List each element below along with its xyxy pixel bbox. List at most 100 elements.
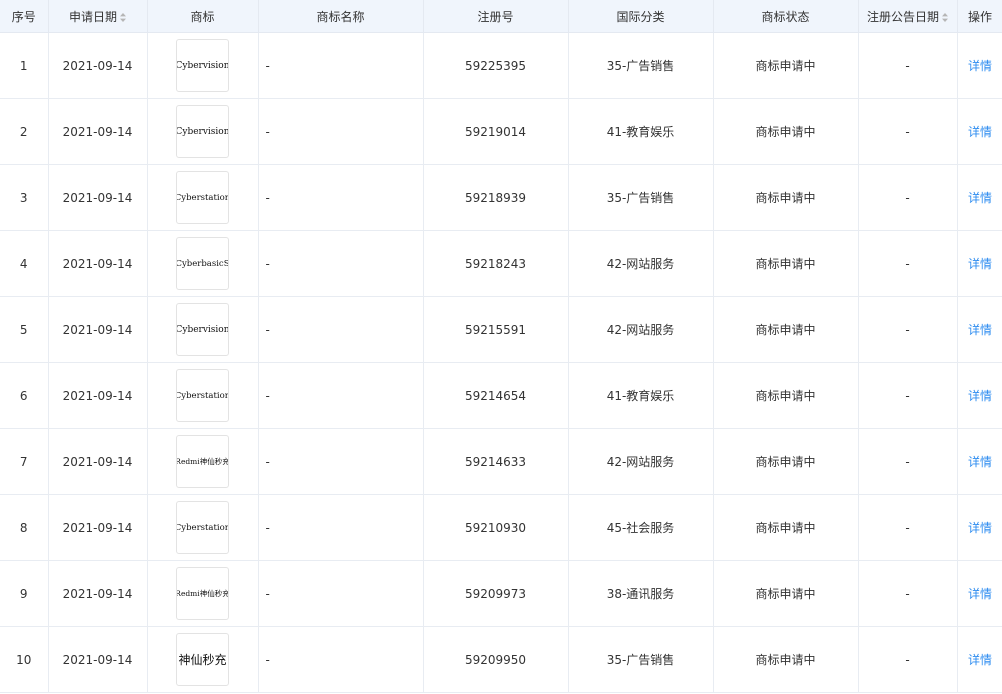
row-status-text: 商标申请中 xyxy=(755,587,816,601)
trademark-logo-image: CyberbasicS xyxy=(176,237,229,290)
row-detail-link[interactable]: 详情 xyxy=(957,560,1002,627)
trademark-logo-image: Cyberstation xyxy=(176,171,229,224)
row-name: - xyxy=(258,428,424,495)
row-intl-class-text: 45-社会服务 xyxy=(606,521,675,535)
row-name: - xyxy=(258,32,424,99)
row-reg-no-text: 59218243 xyxy=(464,256,527,271)
row-name-text: - xyxy=(265,388,270,403)
row-status: 商标申请中 xyxy=(713,164,859,231)
row-apply-date: 2021-09-14 xyxy=(48,560,148,627)
table-row: 6 2021-09-14 Cyberstation - 59214654 41-教育娱乐 商… xyxy=(0,362,1002,429)
row-reg-no-text: 59218939 xyxy=(464,190,527,205)
table-row: 8 2021-09-14 Cyberstation - 59210930 45-社会服务 商… xyxy=(0,494,1002,561)
row-pub-date: - xyxy=(858,98,958,165)
row-name: - xyxy=(258,230,424,297)
row-reg-no: 59218243 xyxy=(423,230,569,297)
row-pub-date-text: - xyxy=(905,256,910,271)
row-detail-link[interactable]: 详情 xyxy=(957,494,1002,561)
row-detail-link[interactable]: 详情 xyxy=(957,98,1002,165)
row-detail-link[interactable]: 详情 xyxy=(957,230,1002,297)
row-reg-no: 59215591 xyxy=(423,296,569,363)
header-pub-date[interactable]: 注册公告日期 xyxy=(858,0,958,33)
header-apply-date[interactable]: 申请日期 xyxy=(48,0,148,33)
row-detail-link-text[interactable]: 详情 xyxy=(968,257,992,271)
row-pub-date: - xyxy=(858,428,958,495)
row-name: - xyxy=(258,626,424,693)
row-name-text: - xyxy=(265,652,270,667)
row-intl-class: 41-教育娱乐 xyxy=(568,362,714,429)
row-pub-date-text: - xyxy=(905,190,910,205)
row-detail-link-text[interactable]: 详情 xyxy=(968,59,992,73)
row-index-text: 7 xyxy=(19,454,28,469)
trademark-logo-text: Redmi神仙秒充 xyxy=(176,589,229,598)
row-detail-link[interactable]: 详情 xyxy=(957,32,1002,99)
row-status: 商标申请中 xyxy=(713,296,859,363)
row-intl-class: 41-教育娱乐 xyxy=(568,98,714,165)
table-row: 1 2021-09-14 Cybervision - 59225395 35-广告销售 商标… xyxy=(0,32,1002,99)
table-row: 3 2021-09-14 Cyberstation - 59218939 35-广告销售 商… xyxy=(0,164,1002,231)
row-apply-date: 2021-09-14 xyxy=(48,428,148,495)
trademark-logo-text: Redmi神仙秒充 xyxy=(176,457,229,466)
row-logo: Cyberstation xyxy=(147,362,259,429)
trademark-logo-text: Cybervision xyxy=(176,126,229,137)
row-logo: Redmi神仙秒充 xyxy=(147,560,259,627)
row-intl-class: 35-广告销售 xyxy=(568,32,714,99)
row-index: 3 xyxy=(0,164,49,231)
row-pub-date: - xyxy=(858,164,958,231)
row-intl-class-text: 42-网站服务 xyxy=(606,323,675,337)
trademark-logo-text: Cyberstation xyxy=(176,522,229,533)
row-detail-link[interactable]: 详情 xyxy=(957,296,1002,363)
row-name: - xyxy=(258,98,424,165)
header-name: 商标名称 xyxy=(258,0,424,33)
row-detail-link-text[interactable]: 详情 xyxy=(968,587,992,601)
sort-caret-icon[interactable] xyxy=(942,12,948,22)
row-name: - xyxy=(258,296,424,363)
sort-caret-icon[interactable] xyxy=(120,12,126,22)
row-logo: Cybervision xyxy=(147,98,259,165)
trademark-logo-image: Cybervision xyxy=(176,303,229,356)
row-index: 7 xyxy=(0,428,49,495)
trademark-logo-image: Cyberstation xyxy=(176,369,229,422)
row-pub-date-text: - xyxy=(905,454,910,469)
row-intl-class: 42-网站服务 xyxy=(568,296,714,363)
row-intl-class-text: 42-网站服务 xyxy=(606,455,675,469)
row-detail-link-text[interactable]: 详情 xyxy=(968,521,992,535)
row-detail-link[interactable]: 详情 xyxy=(957,428,1002,495)
row-apply-date: 2021-09-14 xyxy=(48,32,148,99)
row-intl-class-text: 42-网站服务 xyxy=(606,257,675,271)
row-name-text: - xyxy=(265,190,270,205)
row-detail-link-text[interactable]: 详情 xyxy=(968,125,992,139)
row-reg-no: 59209950 xyxy=(423,626,569,693)
row-name: - xyxy=(258,362,424,429)
trademark-logo-text: 神仙秒充 xyxy=(178,653,227,667)
row-name-text: - xyxy=(265,520,270,535)
row-detail-link-text[interactable]: 详情 xyxy=(968,191,992,205)
table-row: 10 2021-09-14 神仙秒充 - 59209950 35-广告销售 商标申请中 - 详情 xyxy=(0,626,1002,693)
table-row: 4 2021-09-14 CyberbasicS - 59218243 42-网站服务 商标… xyxy=(0,230,1002,297)
row-detail-link-text[interactable]: 详情 xyxy=(968,323,992,337)
row-intl-class-text: 41-教育娱乐 xyxy=(606,125,675,139)
row-detail-link-text[interactable]: 详情 xyxy=(968,389,992,403)
row-detail-link[interactable]: 详情 xyxy=(957,626,1002,693)
row-name-text: - xyxy=(265,58,270,73)
row-apply-date: 2021-09-14 xyxy=(48,362,148,429)
row-apply-date-text: 2021-09-14 xyxy=(62,256,133,271)
row-detail-link[interactable]: 详情 xyxy=(957,362,1002,429)
row-apply-date-text: 2021-09-14 xyxy=(62,190,133,205)
row-apply-date: 2021-09-14 xyxy=(48,494,148,561)
row-intl-class: 42-网站服务 xyxy=(568,230,714,297)
row-index-text: 8 xyxy=(19,520,28,535)
row-reg-no-text: 59214633 xyxy=(464,454,527,469)
row-intl-class-text: 41-教育娱乐 xyxy=(606,389,675,403)
row-pub-date: - xyxy=(858,230,958,297)
row-reg-no-text: 59219014 xyxy=(464,124,527,139)
trademark-logo-image: Cyberstation xyxy=(176,501,229,554)
row-detail-link[interactable]: 详情 xyxy=(957,164,1002,231)
row-intl-class-text: 35-广告销售 xyxy=(606,653,675,667)
row-status-text: 商标申请中 xyxy=(755,653,816,667)
row-detail-link-text[interactable]: 详情 xyxy=(968,455,992,469)
row-detail-link-text[interactable]: 详情 xyxy=(968,653,992,667)
trademark-logo-text: Cybervision xyxy=(176,60,229,71)
row-status: 商标申请中 xyxy=(713,428,859,495)
trademark-logo-text: Cyberstation xyxy=(176,390,229,401)
